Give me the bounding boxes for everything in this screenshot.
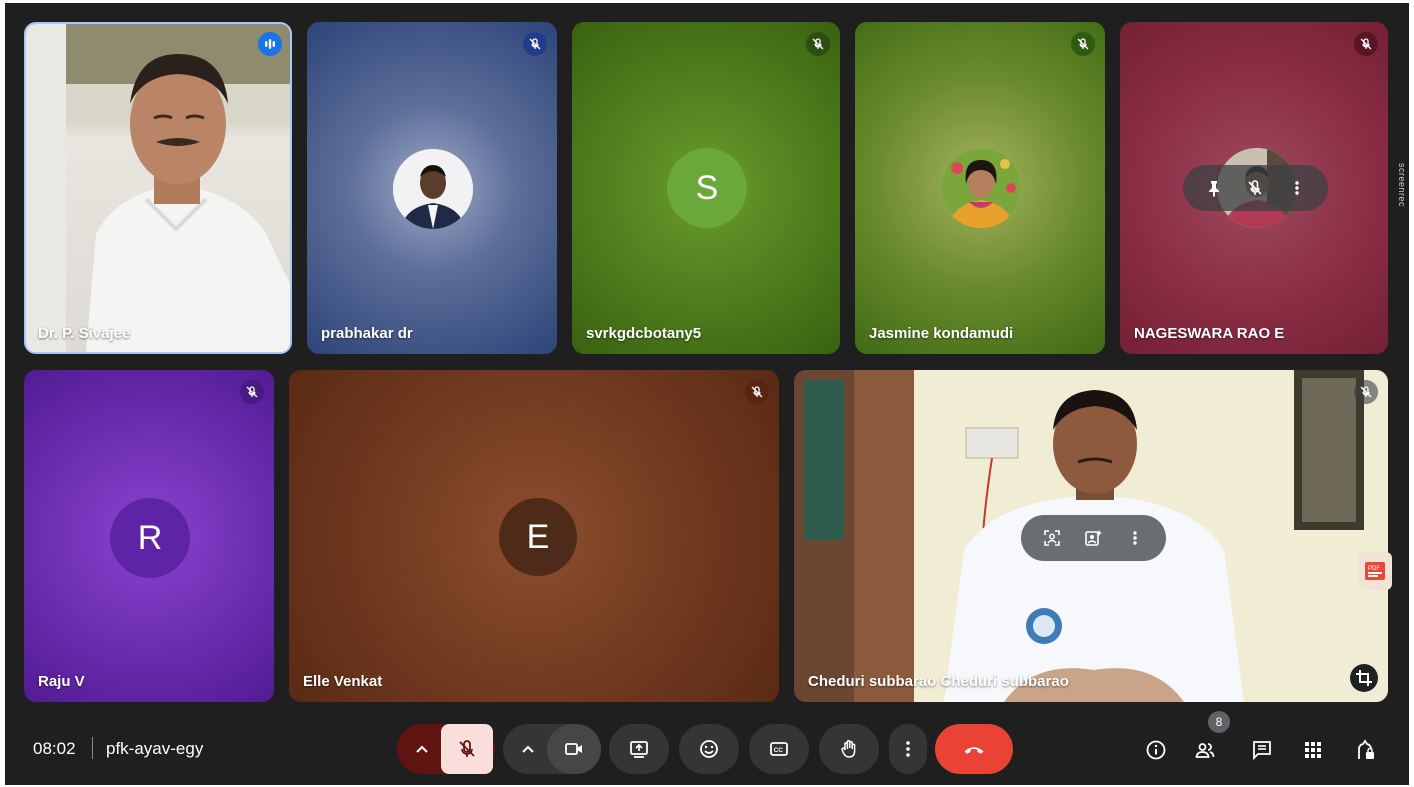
captions-icon: CC [770, 742, 788, 756]
frame-person-icon[interactable] [1042, 528, 1062, 548]
people-icon [1195, 743, 1215, 758]
audio-settings-button[interactable] [411, 738, 433, 765]
svg-text:PDF: PDF [1368, 566, 1380, 572]
meeting-code: pfk-ayav-egy [106, 739, 204, 758]
people-count-badge: 8 [1208, 711, 1230, 733]
bottom-control-bar: 08:02 pfk-ayav-egy CC 8 [5, 711, 1409, 785]
participant-name: svrkgdcbotany5 [586, 325, 702, 342]
avatar-photo [941, 148, 1021, 228]
mic-off-icon [240, 380, 264, 404]
participant-tile[interactable]: NAGESWARA RAO E [1120, 22, 1388, 354]
participant-tile[interactable]: E Elle Venkat [289, 370, 779, 702]
audio-indicator-icon [258, 32, 282, 56]
camera-button[interactable] [547, 724, 601, 774]
more-options-button[interactable] [889, 724, 927, 774]
mic-off-icon [459, 740, 475, 757]
raise-hand-icon [841, 740, 856, 758]
leave-call-button[interactable] [935, 724, 1013, 774]
mic-off-icon[interactable] [1245, 178, 1265, 198]
call-end-icon [964, 747, 984, 754]
avatar: E [499, 498, 577, 576]
participant-tile[interactable]: S svrkgdcbotany5 [572, 22, 840, 354]
video-settings-button[interactable] [517, 738, 539, 765]
chat-icon [1253, 741, 1271, 761]
activities-icon [1305, 742, 1321, 758]
raise-hand-button[interactable] [819, 724, 879, 774]
people-button[interactable] [1192, 737, 1218, 763]
reactions-button[interactable] [679, 724, 739, 774]
participant-tile[interactable]: R Raju V [24, 370, 274, 702]
participant-name: Raju V [38, 673, 85, 690]
mic-off-icon [806, 32, 830, 56]
avatar: R [110, 498, 190, 578]
present-button[interactable] [609, 724, 669, 774]
present-icon [630, 741, 648, 758]
participant-name: Cheduri subbarao Cheduri subbarao [808, 673, 1069, 690]
host-controls-icon [1358, 739, 1374, 759]
divider [92, 737, 93, 759]
chat-button[interactable] [1249, 737, 1275, 763]
mic-off-icon [745, 380, 769, 404]
microphone-button[interactable] [441, 724, 493, 774]
host-controls-button[interactable] [1352, 737, 1378, 763]
audio-bars-icon [265, 39, 275, 49]
svg-text:CC: CC [774, 747, 784, 754]
participant-tile[interactable]: Cheduri subbarao Cheduri subbarao [794, 370, 1388, 702]
mic-off-icon [523, 32, 547, 56]
meeting-details-button[interactable] [1143, 737, 1169, 763]
more-vert-icon [906, 741, 910, 757]
crop-icon[interactable] [1350, 664, 1378, 692]
avatar [393, 149, 473, 229]
participant-name: prabhakar dr [321, 325, 413, 342]
participant-name: NAGESWARA RAO E [1134, 325, 1285, 342]
avatar [941, 148, 1021, 228]
meet-window: Dr. P. Sivajee prabhakar dr S svrkgdcbot… [5, 3, 1409, 785]
avatar: S [667, 148, 747, 228]
avatar-photo [393, 149, 473, 229]
chevron-up-icon [416, 745, 428, 753]
participant-tile[interactable]: Jasmine kondamudi [855, 22, 1105, 354]
participant-video [26, 24, 290, 352]
emoji-icon [700, 740, 718, 758]
pdf-icon[interactable]: PDF [1358, 552, 1392, 590]
more-vert-icon[interactable] [1125, 528, 1145, 548]
activities-button[interactable] [1300, 737, 1326, 763]
self-view-controls [1021, 515, 1166, 561]
screenrec-watermark: screenrec [1397, 163, 1407, 208]
info-icon [1146, 740, 1166, 760]
more-vert-icon[interactable] [1287, 178, 1307, 198]
mic-off-icon [1354, 32, 1378, 56]
tile-hover-controls [1183, 165, 1328, 211]
mic-off-icon [1071, 32, 1095, 56]
background-effects-icon[interactable] [1083, 528, 1103, 548]
videocam-icon [565, 743, 582, 755]
camera-control-group [503, 724, 601, 774]
pin-icon[interactable] [1204, 178, 1224, 198]
participant-tile[interactable]: prabhakar dr [307, 22, 557, 354]
mic-control-group [397, 724, 495, 774]
participant-name: Elle Venkat [303, 673, 383, 690]
mic-off-icon [1354, 380, 1378, 404]
captions-button[interactable]: CC [749, 724, 809, 774]
chevron-up-icon [522, 745, 534, 753]
participant-name: Dr. P. Sivajee [38, 325, 131, 342]
participant-name: Jasmine kondamudi [869, 325, 1014, 342]
participant-tile[interactable]: Dr. P. Sivajee [24, 22, 292, 354]
meeting-time: 08:02 [33, 739, 76, 758]
